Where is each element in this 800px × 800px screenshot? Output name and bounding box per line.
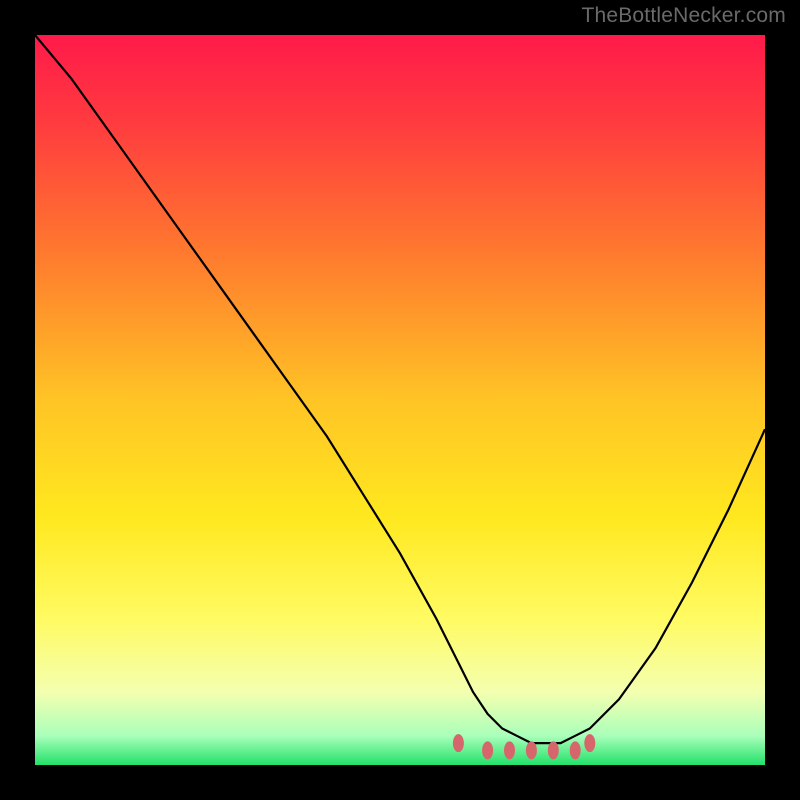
valley-dot	[526, 741, 537, 759]
chart-svg	[35, 35, 765, 765]
chart-background	[35, 35, 765, 765]
valley-dot	[504, 741, 515, 759]
valley-dot	[584, 734, 595, 752]
valley-dot	[482, 741, 493, 759]
valley-dot	[548, 741, 559, 759]
valley-dot	[570, 741, 581, 759]
valley-dot	[453, 734, 464, 752]
chart-plot-area	[35, 35, 765, 765]
watermark-text: TheBottleNecker.com	[581, 4, 786, 28]
